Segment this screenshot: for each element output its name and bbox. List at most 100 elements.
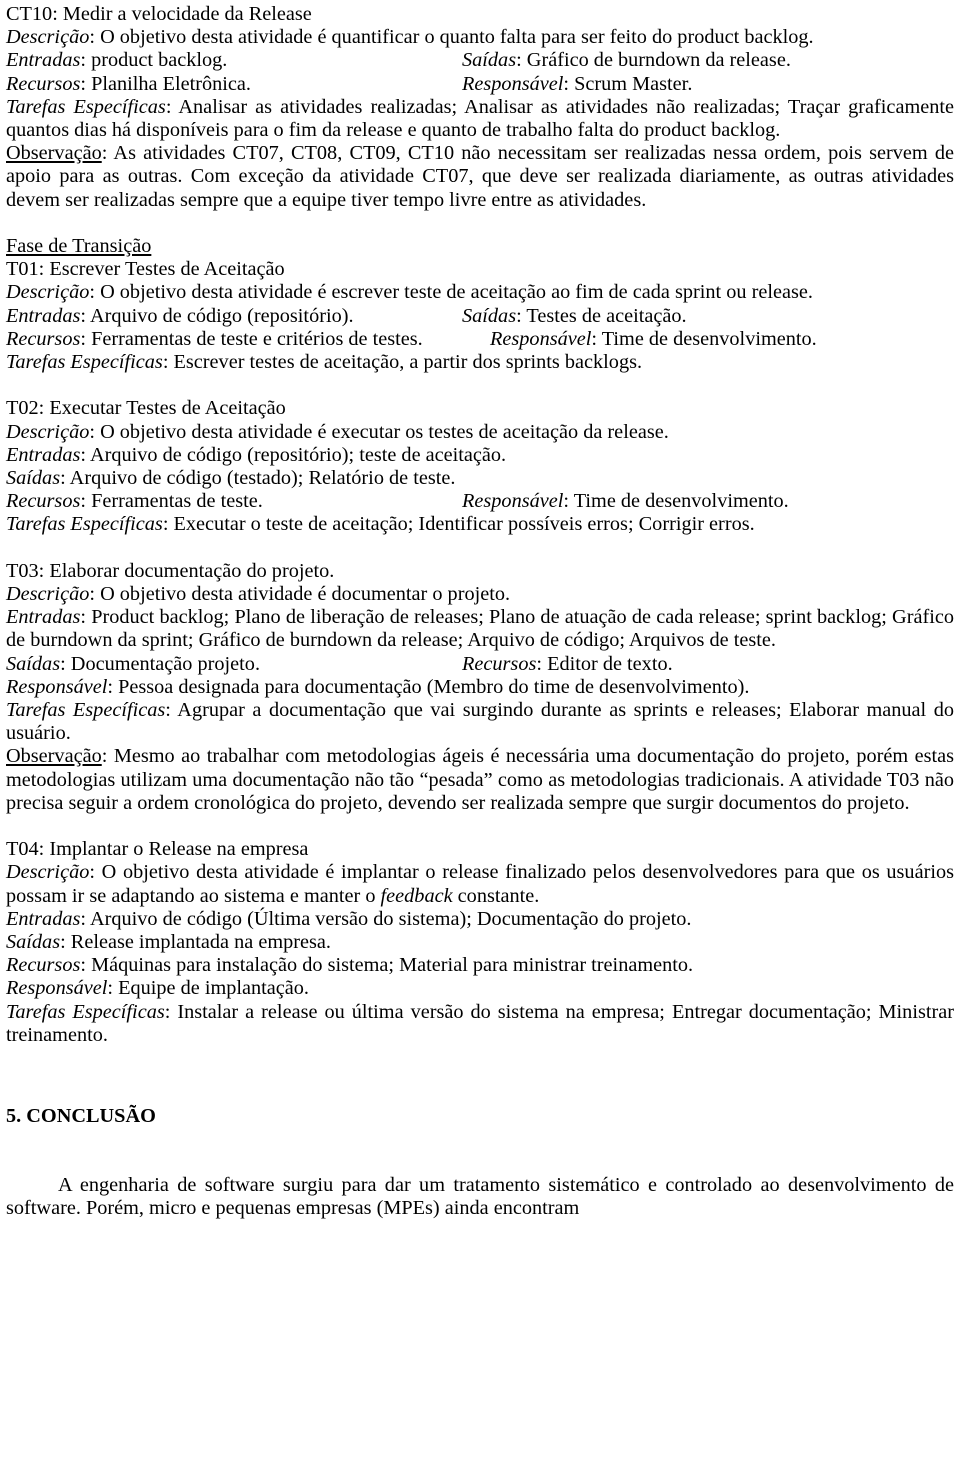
field-entradas: Entradas: Arquivo de código (repositório…: [6, 305, 354, 328]
field-label-saidas: Saídas: [6, 467, 61, 490]
field-value-responsavel: : Scrum Master.: [563, 72, 693, 95]
field-recursos: Recursos: Planilha Eletrônica.: [6, 73, 251, 96]
field-value-observacao: : Mesmo ao trabalhar com metodologias ág…: [6, 745, 954, 814]
field-label-descricao: Descrição: [6, 26, 90, 49]
heading-conclusao: 5. CONCLUSÃO: [6, 1105, 156, 1128]
field-label-responsavel: Responsável: [490, 327, 592, 350]
field-value-saidas: : Gráfico de burndown da release.: [516, 49, 791, 72]
field-label-recursos: Recursos: [6, 72, 81, 95]
section-ct10: CT10: Medir a velocidade da Release Desc…: [6, 3, 954, 212]
field-value-saidas: : Testes de aceitação.: [516, 304, 687, 327]
t02-title: T02: Executar Testes de Aceitação: [6, 397, 286, 420]
document-page: CT10: Medir a velocidade da Release Desc…: [0, 0, 960, 1457]
t02-tarefas-line: Tarefas Específicas: Executar o teste de…: [6, 513, 954, 536]
field-saidas: Saídas: Gráfico de burndown da release.: [462, 49, 791, 72]
field-label-saidas: Saídas: [462, 49, 517, 72]
t04-responsavel-line: Responsável: Equipe de implantação.: [6, 977, 954, 1000]
field-label-observacao: Observação: [6, 745, 102, 768]
field-value-descricao: : O objetivo desta atividade é escrever …: [89, 281, 813, 304]
field-value-recursos: : Ferramentas de teste e critérios de te…: [80, 327, 423, 350]
field-label-descricao: Descrição: [6, 281, 90, 304]
field-label-descricao: Descrição: [6, 420, 90, 443]
field-value-recursos: : Máquinas para instalação do sistema; M…: [80, 954, 694, 977]
t03-title: T03: Elaborar documentação do projeto.: [6, 559, 335, 582]
t01-descricao-line: Descrição: O objetivo desta atividade é …: [6, 281, 954, 304]
t04-title: T04: Implantar o Release na empresa: [6, 838, 309, 861]
field-value-responsavel: : Time de desenvolvimento.: [591, 327, 817, 350]
t04-recursos-line: Recursos: Máquinas para instalação do si…: [6, 954, 954, 977]
section-t02: T02: Executar Testes de Aceitação Descri…: [6, 397, 954, 536]
t03-entradas-line: Entradas: Product backlog; Plano de libe…: [6, 606, 954, 652]
field-label-entradas: Entradas: [6, 606, 81, 629]
field-recursos: Recursos: Ferramentas de teste.: [6, 490, 263, 513]
field-value-recursos: : Ferramentas de teste.: [80, 490, 263, 513]
section-t03: T03: Elaborar documentação do projeto. D…: [6, 560, 954, 815]
field-recursos: Recursos: Ferramentas de teste e critéri…: [6, 328, 423, 351]
field-label-responsavel: Responsável: [462, 72, 564, 95]
field-label-saidas: Saídas: [6, 652, 61, 675]
field-label-entradas: Entradas: [6, 443, 81, 466]
ct10-recursos-responsavel-line: Recursos: Planilha Eletrônica. Responsáve…: [6, 73, 954, 96]
field-value-tarefas: : Escrever testes de aceitação, a partir…: [162, 351, 643, 374]
t01-entradas-saidas-line: Entradas: Arquivo de código (repositório…: [6, 305, 954, 328]
field-responsavel: Responsável: Scrum Master.: [462, 73, 692, 96]
t02-entradas-line: Entradas: Arquivo de código (repositório…: [6, 444, 954, 467]
field-label-tarefas: Tarefas Específicas: [6, 95, 166, 118]
field-value-entradas: : Product backlog; Plano de liberação de…: [6, 606, 954, 652]
heading-fase-transicao: Fase de Transição: [6, 235, 954, 258]
field-value-entradas: : Arquivo de código (repositório); teste…: [80, 443, 507, 466]
field-label-responsavel: Responsável: [6, 675, 108, 698]
field-value-saidas: : Arquivo de código (testado); Relatório…: [60, 467, 456, 490]
ct10-descricao-line: Descrição: O objetivo desta atividade é …: [6, 26, 954, 49]
t03-tarefas-line: Tarefas Específicas: Agrupar a documenta…: [6, 699, 954, 745]
heading-fase-transicao-label: Fase de Transição: [6, 235, 152, 258]
t04-saidas-line: Saídas: Release implantada na empresa.: [6, 931, 954, 954]
field-value-entradas: : Arquivo de código (repositório).: [80, 304, 354, 327]
t03-descricao-line: Descrição: O objetivo desta atividade é …: [6, 583, 954, 606]
field-value-tarefas: : Executar o teste de aceitação; Identif…: [162, 513, 755, 536]
field-label-tarefas: Tarefas Específicas: [6, 351, 163, 374]
field-label-recursos: Recursos: [6, 490, 81, 513]
t01-tarefas-line: Tarefas Específicas: Escrever testes de …: [6, 351, 954, 374]
field-value-descricao: : O objetivo desta atividade é quantific…: [89, 26, 814, 49]
field-value-entradas: : Arquivo de código (Última versão do si…: [80, 907, 692, 930]
t02-recursos-responsavel-line: Recursos: Ferramentas de teste. Responsáv…: [6, 490, 954, 513]
t03-saidas-recursos-line: Saídas: Documentação projeto. Recursos: E…: [6, 653, 954, 676]
field-label-descricao: Descrição: [6, 583, 90, 606]
field-saidas: Saídas: Documentação projeto.: [6, 653, 260, 676]
field-label-saidas: Saídas: [462, 304, 517, 327]
field-label-saidas: Saídas: [6, 931, 61, 954]
field-label-entradas: Entradas: [6, 304, 81, 327]
section-t04: T04: Implantar o Release na empresa Desc…: [6, 838, 954, 1047]
field-value-recursos: : Planilha Eletrônica.: [80, 72, 252, 95]
field-saidas: Saídas: Testes de aceitação.: [462, 305, 687, 328]
field-label-recursos: Recursos: [462, 652, 537, 675]
field-value-descricao: : O objetivo desta atividade é executar …: [89, 420, 669, 443]
field-value-responsavel: : Time de desenvolvimento.: [563, 490, 789, 513]
field-label-responsavel: Responsável: [6, 977, 108, 1000]
field-label-tarefas: Tarefas Específicas: [6, 1000, 165, 1023]
t02-descricao-line: Descrição: O objetivo desta atividade é …: [6, 421, 954, 444]
field-value-observacao: : As atividades CT07, CT08, CT09, CT10 n…: [6, 142, 954, 211]
section-t01: T01: Escrever Testes de Aceitação Descri…: [6, 258, 954, 374]
field-label-observacao: Observação: [6, 142, 102, 165]
field-recursos: Recursos: Editor de texto.: [462, 653, 673, 676]
t02-saidas-line: Saídas: Arquivo de código (testado); Rel…: [6, 467, 954, 490]
ct10-observacao-line: Observação: As atividades CT07, CT08, CT…: [6, 142, 954, 212]
conclusao-paragraph: A engenharia de software surgiu para dar…: [6, 1174, 954, 1220]
t04-entradas-line: Entradas: Arquivo de código (Última vers…: [6, 908, 954, 931]
field-responsavel: Responsável: Time de desenvolvimento.: [462, 490, 789, 513]
t03-observacao-line: Observação: Mesmo ao trabalhar com metod…: [6, 745, 954, 815]
field-value-responsavel: : Pessoa designada para documentação (Me…: [107, 675, 750, 698]
field-value-descricao: : O objetivo desta atividade é documenta…: [89, 583, 511, 606]
t01-recursos-responsavel-line: Recursos: Ferramentas de teste e critéri…: [6, 328, 954, 351]
ct10-tarefas-line: Tarefas Específicas: Analisar as ativida…: [6, 96, 954, 142]
field-label-responsavel: Responsável: [462, 490, 564, 513]
field-value-saidas: : Release implantada na empresa.: [60, 931, 331, 954]
